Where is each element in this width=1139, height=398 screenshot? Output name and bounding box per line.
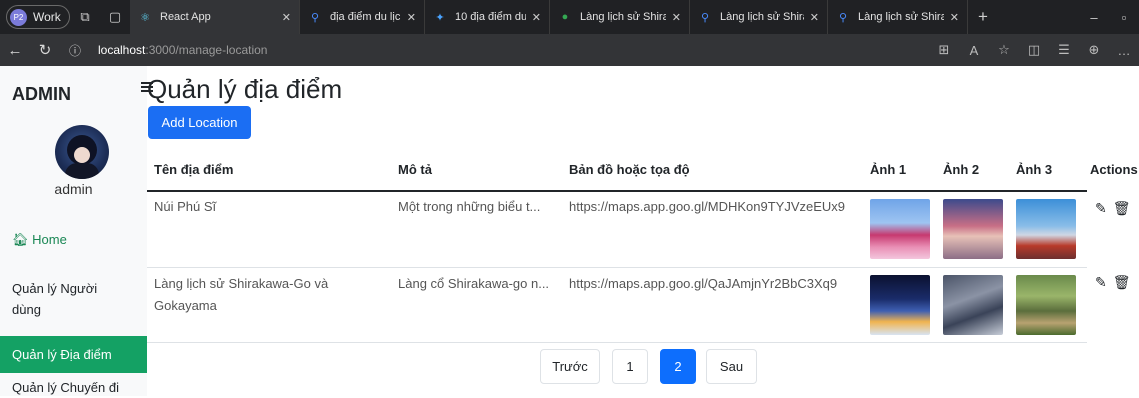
location-name: Núi Phú Sĩ (154, 199, 217, 214)
add-location-button[interactable]: Add Location (148, 106, 251, 139)
sidebar-item-home[interactable]: 🏠︎ Home (0, 229, 147, 250)
admin-sidebar: ADMIN admin 🏠︎ Home Quản lý Người dùng Q… (0, 66, 147, 396)
apps-icon[interactable]: ⊞ (929, 42, 959, 58)
close-icon[interactable]: ✕ (407, 11, 416, 24)
location-image-3 (1016, 275, 1076, 335)
new-tab-icon[interactable]: + (968, 0, 998, 34)
search-icon: ⚲ (310, 11, 320, 24)
window-icon[interactable]: ▫ (1109, 0, 1139, 34)
home-icon: 🏠︎ (12, 232, 29, 247)
pagination-prev-button[interactable]: Trước (540, 349, 600, 384)
tab-search-2[interactable]: ⚲ Làng lịch sử Shirak ✕ (690, 0, 828, 34)
search-icon: ⚲ (838, 11, 848, 24)
header-divider (147, 190, 1087, 192)
close-icon[interactable]: ✕ (950, 11, 959, 24)
location-name: Làng lịch sử Shirakawa-Go và Gokayama (154, 276, 329, 313)
row-divider (147, 342, 1087, 343)
back-icon[interactable]: ← (0, 34, 30, 66)
col-header-image-3: Ảnh 3 (1016, 162, 1053, 177)
pagination-page-1[interactable]: 1 (612, 349, 648, 384)
tab-search-1[interactable]: ⚲ địa điểm du lịch nh ✕ (300, 0, 425, 34)
react-icon: ⚛ (140, 11, 150, 24)
col-header-description: Mô tả (398, 162, 432, 177)
tab-actions-icon[interactable]: ▢ (100, 0, 130, 34)
close-icon[interactable]: ✕ (532, 11, 541, 24)
browser-tab-bar: P2 Work ⧉ ▢ ⚛ React App ✕ ⚲ địa điểm du … (0, 0, 1139, 34)
row-actions: ✎ 🗑︎ (1095, 200, 1131, 217)
location-image-2 (943, 199, 1003, 259)
pagination-page-2[interactable]: 2 (660, 349, 696, 384)
page-title: Quản lý địa điểm (147, 74, 343, 104)
favorites-icon[interactable]: ☰ (1049, 42, 1079, 58)
location-image-1 (870, 275, 930, 335)
favorite-star-icon[interactable]: ☆ (989, 42, 1019, 58)
map-pin-icon: ● (561, 11, 569, 23)
sidebar-item-locations[interactable]: Quản lý Địa điểm (0, 336, 147, 373)
sidebar-item-users[interactable]: Quản lý Người dùng (0, 278, 120, 320)
collections-icon[interactable]: ⊕ (1079, 42, 1109, 58)
admin-username: admin (54, 181, 93, 197)
location-image-2 (943, 275, 1003, 335)
col-header-name: Tên địa điểm (154, 162, 234, 177)
col-header-image-2: Ảnh 2 (943, 162, 980, 177)
trash-icon[interactable]: 🗑︎ (1113, 200, 1131, 217)
refresh-icon[interactable]: ↻ (30, 34, 60, 66)
location-description: Làng cổ Shirakawa-go n... (398, 276, 550, 291)
location-image-3 (1016, 199, 1076, 259)
search-icon: ⚲ (700, 11, 710, 24)
address-bar: ← ↻ ⓘ localhost:3000/manage-location ⊞ A… (0, 34, 1139, 66)
site-icon: ✦ (435, 11, 445, 24)
trash-icon[interactable]: 🗑︎ (1113, 274, 1131, 291)
sidebar-item-trips[interactable]: Quản lý Chuyến đi (0, 377, 147, 398)
pagination: Trước 1 2 Sau (540, 349, 757, 384)
url-field[interactable]: localhost:3000/manage-location (98, 43, 267, 57)
info-icon[interactable]: ⓘ (60, 34, 90, 66)
col-header-map: Bản đồ hoặc tọa độ (569, 162, 690, 177)
split-screen-icon[interactable]: ◫ (1019, 42, 1049, 58)
minimize-icon[interactable]: – (1079, 0, 1109, 34)
row-divider (147, 267, 1087, 268)
read-aloud-icon[interactable]: A (959, 43, 989, 58)
avatar (55, 125, 109, 179)
col-header-actions: Actions (1090, 162, 1138, 177)
tab-react-app[interactable]: ⚛ React App ✕ (130, 0, 300, 34)
profile-label: Work (33, 10, 61, 24)
edit-icon[interactable]: ✎ (1095, 200, 1107, 217)
tab-maps[interactable]: ● Làng lịch sử Shirak ✕ (550, 0, 690, 34)
edit-icon[interactable]: ✎ (1095, 274, 1107, 291)
profile-button[interactable]: P2 Work (6, 5, 70, 29)
row-actions: ✎ 🗑︎ (1095, 274, 1131, 291)
tab-search-3[interactable]: ⚲ Làng lịch sử Shirak ✕ (828, 0, 968, 34)
close-icon[interactable]: ✕ (810, 11, 819, 24)
close-icon[interactable]: ✕ (282, 11, 291, 24)
col-header-image-1: Ảnh 1 (870, 162, 907, 177)
main-content: Quản lý địa điểm Add Location Tên địa đi… (141, 66, 1139, 396)
location-map-link[interactable]: https://maps.app.goo.gl/MDHKon9TYJVzeEUx… (569, 196, 864, 218)
more-icon[interactable]: … (1109, 43, 1139, 58)
workspaces-icon[interactable]: ⧉ (70, 0, 100, 34)
location-description: Một trong những biểu t... (398, 199, 541, 214)
tab-article[interactable]: ✦ 10 địa điểm du lịch ✕ (425, 0, 550, 34)
close-icon[interactable]: ✕ (672, 11, 681, 24)
location-image-1 (870, 199, 930, 259)
location-map-link[interactable]: https://maps.app.goo.gl/QaJAmjnYr2BbC3Xq… (569, 273, 864, 295)
pagination-next-button[interactable]: Sau (706, 349, 757, 384)
profile-avatar: P2 (10, 8, 27, 26)
sidebar-title: ADMIN (12, 84, 71, 104)
